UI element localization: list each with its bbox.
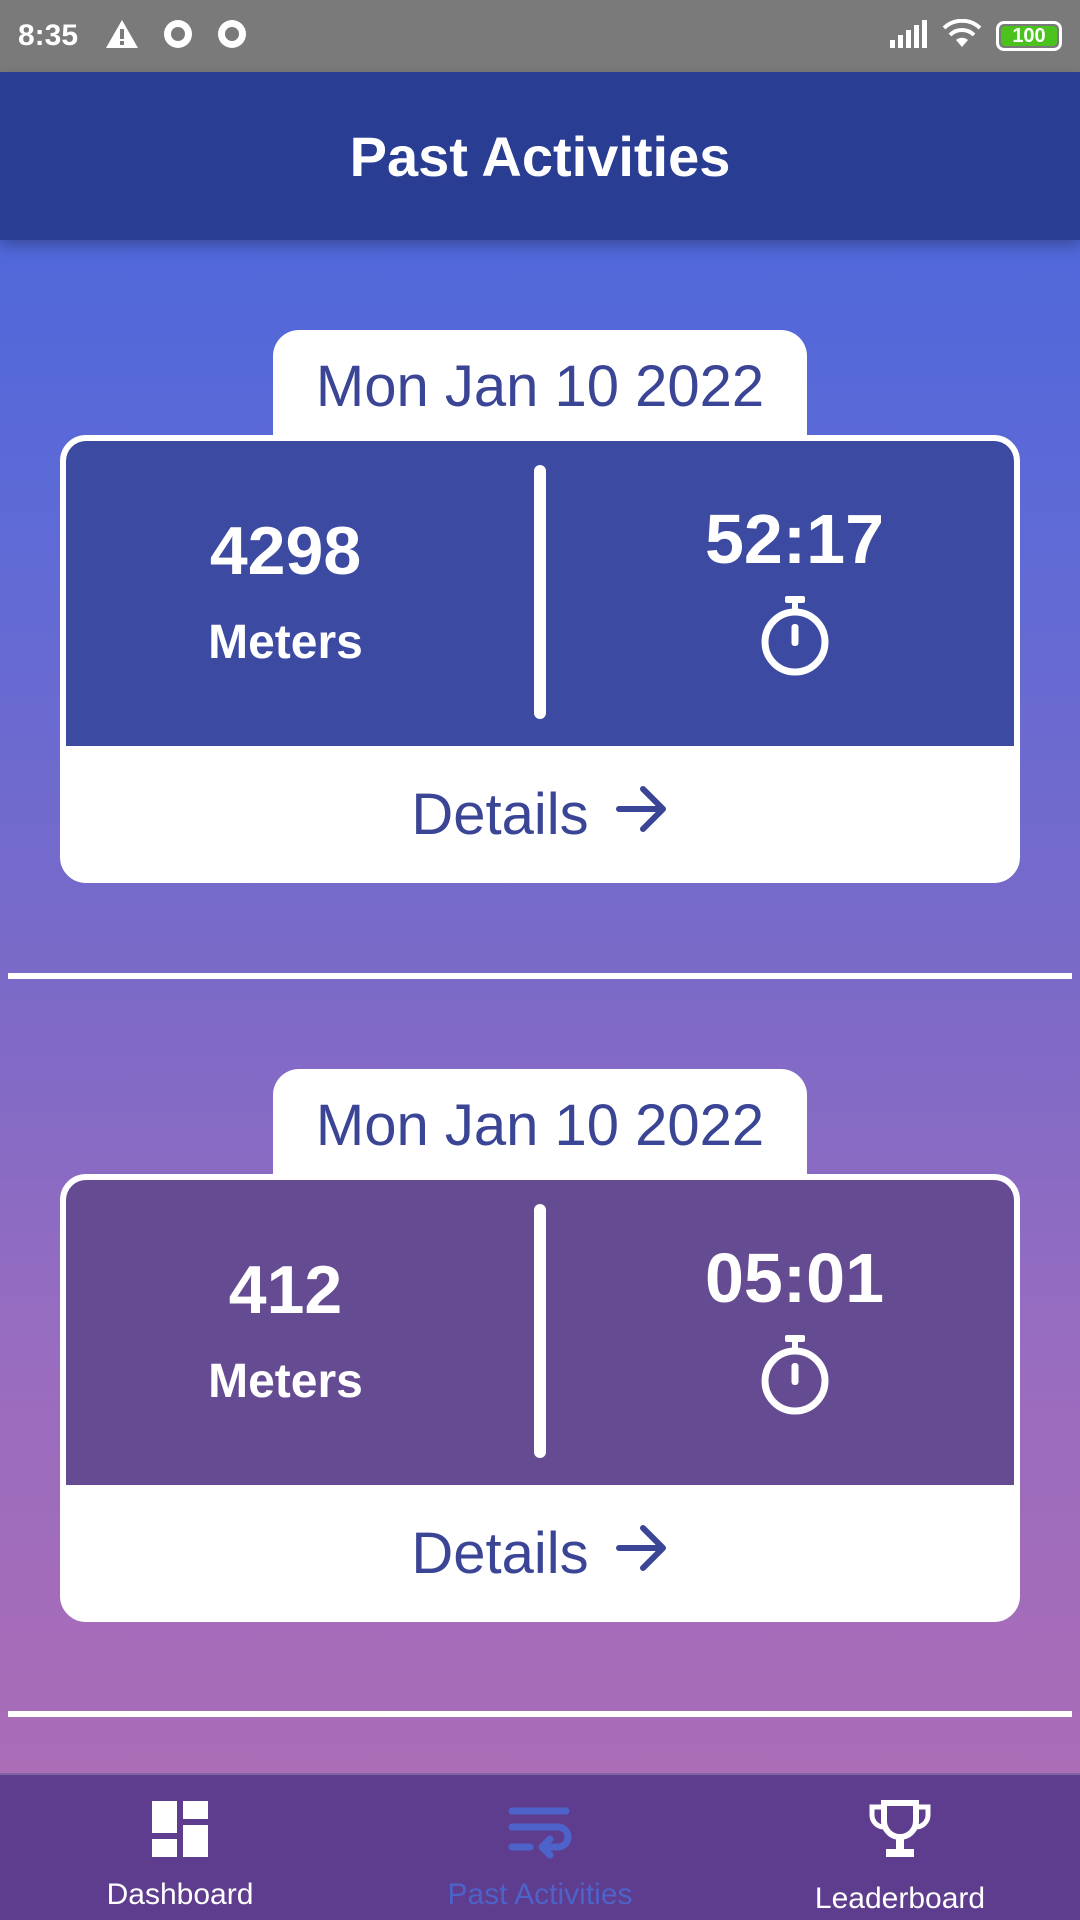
activity-separator [8,973,1072,979]
details-button[interactable]: Details [66,746,1014,877]
app-bar: Past Activities [0,72,1080,240]
duration-value: 52:17 [704,500,885,578]
distance-unit: Meters [208,616,363,669]
nav-item-leaderboard[interactable]: Leaderboard [720,1775,1080,1920]
battery-icon: 100 [996,21,1062,51]
duration-stat: 05:01 [505,1180,1014,1485]
stopwatch-icon [759,1335,831,1422]
duration-stat: 52:17 [505,441,1014,746]
activity-date: Mon Jan 10 2022 [273,1069,807,1181]
trophy-icon [868,1799,932,1868]
battery-level: 100 [1001,25,1057,47]
duration-value: 05:01 [704,1239,885,1317]
record-icon [162,18,194,55]
stat-divider [534,1204,546,1458]
details-label: Details [411,1521,589,1586]
page-title: Past Activities [349,124,731,188]
activity-summary: 412 Meters 05:01 Details [60,1174,1020,1622]
details-label: Details [411,782,589,847]
activity-separator [8,1711,1072,1717]
activity-card: Mon Jan 10 2022 4298 Meters 52:17 Detail… [0,330,1080,890]
distance-unit: Meters [208,1355,363,1408]
nav-item-dashboard[interactable]: Dashboard [0,1775,360,1920]
activity-card: Mon Jan 10 2022 412 Meters 05:01 Details [0,1069,1080,1629]
activity-stats: 412 Meters 05:01 [66,1180,1014,1485]
dashboard-icon [150,1799,210,1864]
arrow-right-icon [615,1520,669,1587]
stopwatch-icon [759,596,831,683]
arrow-right-icon [615,781,669,848]
distance-value: 412 [228,1252,343,1328]
bottom-navigation: Dashboard Past Activities Leaderboard [0,1773,1080,1920]
details-button[interactable]: Details [66,1485,1014,1616]
activity-summary: 4298 Meters 52:17 Details [60,435,1020,883]
past-activities-icon [508,1799,572,1864]
distance-value: 4298 [209,513,362,589]
signal-icon [888,19,928,53]
warning-icon [104,18,140,55]
nav-item-past-activities[interactable]: Past Activities [360,1775,720,1920]
nav-label-dashboard: Dashboard [106,1878,254,1911]
status-time: 8:35 [18,19,79,52]
distance-stat: 4298 Meters [66,441,505,746]
nav-label-leaderboard: Leaderboard [814,1882,986,1915]
wifi-icon [942,18,982,54]
nav-label-past-activities: Past Activities [447,1878,633,1911]
stat-divider [534,465,546,719]
record-icon [216,18,248,55]
status-bar: 8:35 100 [0,0,1080,72]
activity-date: Mon Jan 10 2022 [273,330,807,442]
activity-stats: 4298 Meters 52:17 [66,441,1014,746]
distance-stat: 412 Meters [66,1180,505,1485]
